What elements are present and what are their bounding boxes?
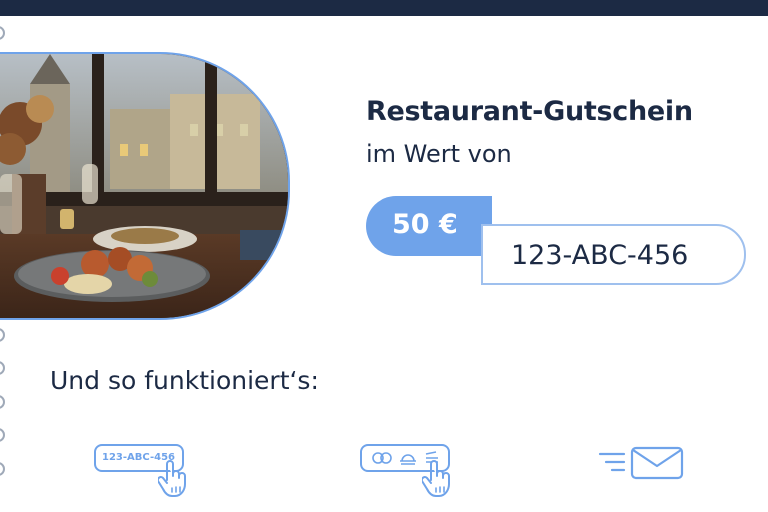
step-select-restaurant	[360, 442, 460, 502]
voucher-subtitle: im Wert von	[366, 140, 512, 168]
perforation-hole	[0, 394, 5, 409]
perforation-hole	[0, 428, 5, 442]
restaurant-photo-image	[0, 54, 288, 318]
perforation-hole	[0, 26, 5, 40]
pointer-hand-icon	[158, 460, 186, 497]
step-enter-code: 123-ABC-456	[94, 442, 194, 502]
restaurant-photo	[0, 52, 290, 320]
voucher-title: Restaurant-Gutschein	[366, 96, 693, 127]
perforation-hole	[0, 461, 5, 476]
top-bar	[0, 0, 768, 16]
howto-heading: Und so funktioniert‘s:	[50, 366, 319, 395]
perforation-hole	[0, 361, 5, 375]
price-badge: 50 €	[366, 196, 492, 256]
email-icon	[598, 446, 684, 480]
price-value: 50 €	[392, 209, 458, 240]
voucher-code-box: 123-ABC-456	[481, 224, 746, 285]
perforation-hole	[0, 327, 5, 342]
voucher-code: 123-ABC-456	[511, 240, 689, 271]
pointer-hand-icon	[422, 460, 450, 497]
step-receive-email	[598, 442, 688, 486]
